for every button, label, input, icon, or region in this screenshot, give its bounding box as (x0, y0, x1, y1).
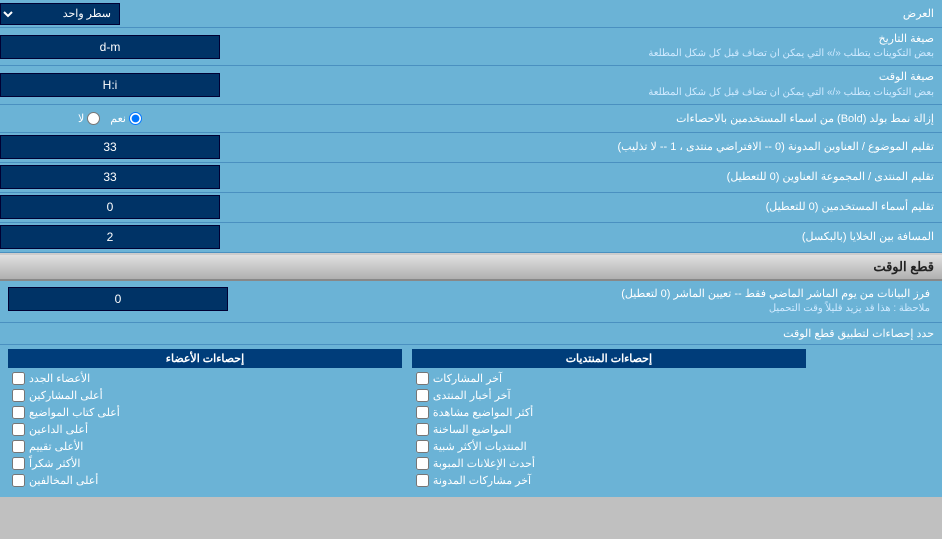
item-checkbox[interactable] (12, 440, 25, 453)
main-container: العرض سطر واحدسطرانثلاثة أسطر صيغة التار… (0, 0, 942, 497)
item-checkbox[interactable] (416, 474, 429, 487)
cell-distance-label: المسافة بين الخلايا (بالبكسل) (220, 226, 942, 249)
item-label: أكثر المواضيع مشاهدة (433, 406, 533, 419)
bold-remove-label: إزالة نمط بولد (Bold) من اسماء المستخدمي… (220, 108, 942, 129)
display-select[interactable]: سطر واحدسطرانثلاثة أسطر (0, 3, 120, 25)
topic-address-input[interactable] (0, 135, 220, 159)
list-item: أعلى المشاركين (8, 387, 402, 404)
forum-address-row: تقليم المنتدى / المجموعة العناوين (0 للت… (0, 163, 942, 193)
item-label: أعلى المشاركين (29, 389, 103, 402)
time-format-input[interactable] (0, 73, 220, 97)
forum-address-input-wrapper (0, 165, 220, 189)
forum-address-label: تقليم المنتدى / المجموعة العناوين (0 للت… (220, 166, 942, 189)
display-row: العرض سطر واحدسطرانثلاثة أسطر (0, 0, 942, 28)
item-label: الأكثر شكراً (29, 457, 80, 470)
item-checkbox[interactable] (416, 406, 429, 419)
item-label: المنتديات الأكثر شبية (433, 440, 527, 453)
checkboxes-area: إحصاءات المنتديات آخر المشاركات آخر أخبا… (0, 345, 942, 497)
bold-remove-row: إزالة نمط بولد (Bold) من اسماء المستخدمي… (0, 105, 942, 133)
item-checkbox[interactable] (416, 457, 429, 470)
filter-label: فرز البيانات من يوم الماشر الماضي فقط --… (232, 287, 934, 316)
item-checkbox[interactable] (416, 372, 429, 385)
topic-address-label: تقليم الموضوع / العناوين المدونة (0 -- ا… (220, 136, 942, 159)
list-item: آخر المشاركات (412, 370, 806, 387)
date-format-label: صيغة التاريخ بعض التكوينات يتطلب «/» الت… (220, 28, 942, 65)
stats-apply-header: حدد إحصاءات لتطبيق قطع الوقت (0, 323, 942, 345)
item-checkbox[interactable] (12, 406, 25, 419)
filter-section: فرز البيانات من يوم الماشر الماضي فقط --… (0, 281, 942, 323)
list-item: أكثر المواضيع مشاهدة (412, 404, 806, 421)
list-item: المنتديات الأكثر شبية (412, 438, 806, 455)
item-checkbox[interactable] (12, 474, 25, 487)
realtime-section-title: قطع الوقت (0, 253, 942, 281)
bold-yes-label: نعم (110, 112, 142, 125)
user-names-input-wrapper (0, 195, 220, 219)
item-label: آخر مشاركات المدونة (433, 474, 531, 487)
list-item: أعلى الداعين (8, 421, 402, 438)
item-label: المواضيع الساخنة (433, 423, 512, 436)
item-checkbox[interactable] (416, 423, 429, 436)
item-checkbox[interactable] (12, 457, 25, 470)
item-label: أعلى الداعين (29, 423, 88, 436)
filter-input[interactable] (8, 287, 228, 311)
list-item: أعلى كتاب المواضيع (8, 404, 402, 421)
item-label: الأعضاء الجدد (29, 372, 90, 385)
bold-remove-radio-group: نعم لا (0, 108, 220, 129)
filter-row: فرز البيانات من يوم الماشر الماضي فقط --… (8, 287, 934, 316)
list-item: المواضيع الساخنة (412, 421, 806, 438)
cell-distance-input[interactable] (0, 225, 220, 249)
list-item: الأعضاء الجدد (8, 370, 402, 387)
display-label: العرض (120, 3, 942, 24)
user-names-label: تقليم أسماء المستخدمين (0 للتعطيل) (220, 196, 942, 219)
list-item: آخر أخبار المنتدى (412, 387, 806, 404)
bold-no-label: لا (78, 112, 100, 125)
bold-no-radio[interactable] (87, 112, 100, 125)
item-checkbox[interactable] (416, 440, 429, 453)
date-format-input-wrapper (0, 35, 220, 59)
col-members-header: إحصاءات الأعضاء (8, 349, 402, 368)
item-checkbox[interactable] (12, 372, 25, 385)
item-label: آخر المشاركات (433, 372, 502, 385)
item-label: أعلى كتاب المواضيع (29, 406, 120, 419)
col-posts-header: إحصاءات المنتديات (412, 349, 806, 368)
time-format-row: صيغة الوقت بعض التكوينات يتطلب «/» التي … (0, 66, 942, 104)
item-label: أعلى المخالفين (29, 474, 98, 487)
list-item: أعلى المخالفين (8, 472, 402, 489)
topic-address-input-wrapper (0, 135, 220, 159)
bold-yes-radio[interactable] (129, 112, 142, 125)
item-label: آخر أخبار المنتدى (433, 389, 511, 402)
time-format-label: صيغة الوقت بعض التكوينات يتطلب «/» التي … (220, 66, 942, 103)
item-checkbox[interactable] (416, 389, 429, 402)
col-members: إحصاءات الأعضاء الأعضاء الجدد أعلى المشا… (8, 349, 402, 489)
spacer-left (816, 349, 934, 489)
user-names-row: تقليم أسماء المستخدمين (0 للتعطيل) (0, 193, 942, 223)
user-names-input[interactable] (0, 195, 220, 219)
time-format-input-wrapper (0, 73, 220, 97)
realtime-title-text: قطع الوقت (873, 259, 934, 274)
list-item: أحدث الإعلانات المبوبة (412, 455, 806, 472)
item-label: الأعلى تقييم (29, 440, 83, 453)
list-item: الأكثر شكراً (8, 455, 402, 472)
item-checkbox[interactable] (12, 389, 25, 402)
filter-note: ملاحظة : هذا قد يزيد قليلاً وقت التحميل (232, 302, 930, 316)
filter-input-wrapper (8, 287, 228, 311)
item-checkbox[interactable] (12, 423, 25, 436)
display-select-wrapper: سطر واحدسطرانثلاثة أسطر (0, 3, 120, 25)
col-posts: إحصاءات المنتديات آخر المشاركات آخر أخبا… (412, 349, 806, 489)
forum-address-input[interactable] (0, 165, 220, 189)
list-item: الأعلى تقييم (8, 438, 402, 455)
date-format-row: صيغة التاريخ بعض التكوينات يتطلب «/» الت… (0, 28, 942, 66)
topic-address-row: تقليم الموضوع / العناوين المدونة (0 -- ا… (0, 133, 942, 163)
cell-distance-row: المسافة بين الخلايا (بالبكسل) (0, 223, 942, 253)
date-format-input[interactable] (0, 35, 220, 59)
cell-distance-input-wrapper (0, 225, 220, 249)
list-item: آخر مشاركات المدونة (412, 472, 806, 489)
item-label: أحدث الإعلانات المبوبة (433, 457, 535, 470)
